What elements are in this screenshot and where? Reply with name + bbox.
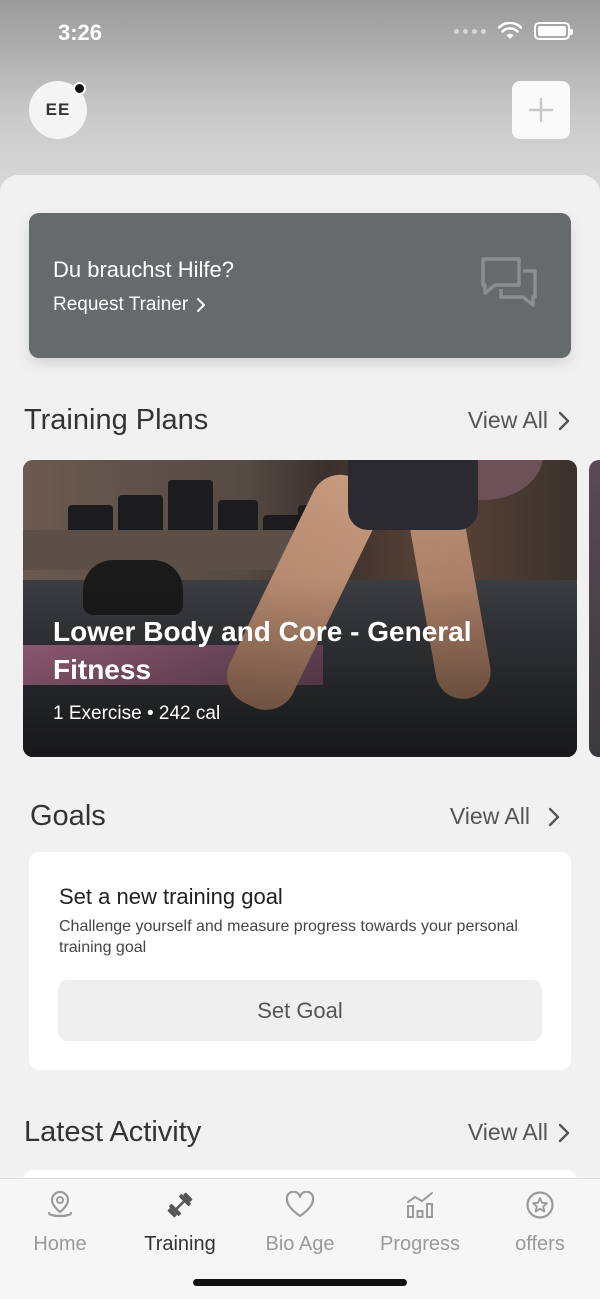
tab-progress[interactable]: Progress bbox=[360, 1179, 480, 1259]
set-goal-button[interactable]: Set Goal bbox=[58, 980, 542, 1041]
tab-label: Bio Age bbox=[265, 1233, 335, 1255]
tab-bio-age[interactable]: Bio Age bbox=[240, 1179, 360, 1259]
plan-meta: 1 Exercise • 242 cal bbox=[53, 703, 221, 724]
bar-chart-icon bbox=[407, 1192, 433, 1218]
goals-title: Goals bbox=[30, 800, 106, 832]
view-all-label: View All bbox=[467, 407, 548, 433]
next-plan-card-peek[interactable] bbox=[589, 460, 600, 757]
status-bar: 3:26 bbox=[0, 0, 600, 66]
help-card[interactable]: Du brauchst Hilfe? Request Trainer bbox=[29, 213, 571, 358]
latest-activity-view-all[interactable]: View All bbox=[468, 1119, 570, 1146]
goal-card: Set a new training goal Challenge yourse… bbox=[29, 852, 571, 1070]
signal-icon bbox=[454, 28, 486, 34]
latest-activity-header: Latest Activity View All bbox=[24, 1116, 570, 1149]
battery-icon bbox=[534, 22, 573, 40]
request-trainer-label: Request Trainer bbox=[53, 294, 189, 315]
star-badge-icon bbox=[526, 1191, 554, 1219]
wifi-icon bbox=[498, 22, 522, 39]
training-plans-title: Training Plans bbox=[24, 404, 209, 436]
goal-card-title: Set a new training goal bbox=[59, 884, 283, 909]
plus-icon bbox=[528, 97, 554, 123]
home-pin-icon bbox=[47, 1190, 73, 1218]
tab-offers[interactable]: offers bbox=[480, 1179, 600, 1259]
tab-label: Home bbox=[33, 1233, 87, 1255]
chevron-right-icon bbox=[558, 1123, 570, 1142]
view-all-label: View All bbox=[467, 1119, 548, 1145]
request-trainer-link[interactable]: Request Trainer bbox=[53, 294, 206, 316]
chevron-right-icon bbox=[548, 807, 560, 826]
tab-label: Training bbox=[144, 1233, 216, 1255]
view-all-label: View All bbox=[449, 803, 530, 829]
tab-training[interactable]: Training bbox=[120, 1179, 240, 1259]
heart-icon bbox=[285, 1191, 315, 1218]
training-plans-view-all[interactable]: View All bbox=[468, 407, 570, 434]
status-icons bbox=[454, 22, 573, 40]
tab-label: offers bbox=[515, 1233, 565, 1255]
plan-title: Lower Body and Core - General Fitness bbox=[53, 616, 472, 685]
latest-activity-title: Latest Activity bbox=[24, 1116, 202, 1148]
notification-dot bbox=[73, 82, 86, 95]
chat-bubbles-icon bbox=[481, 257, 537, 307]
training-plan-card[interactable]: Lower Body and Core - General Fitness 1 … bbox=[23, 460, 577, 757]
help-card-title: Du brauchst Hilfe? bbox=[53, 257, 234, 282]
chevron-right-icon bbox=[197, 298, 206, 312]
tab-home[interactable]: Home bbox=[0, 1179, 120, 1259]
tab-label: Progress bbox=[379, 1233, 461, 1255]
training-plans-header: Training Plans View All bbox=[24, 404, 570, 437]
status-time: 3:26 bbox=[58, 20, 103, 45]
goals-header: Goals View All bbox=[30, 800, 560, 833]
chevron-right-icon bbox=[558, 411, 570, 430]
add-button[interactable] bbox=[512, 81, 570, 139]
home-indicator[interactable] bbox=[193, 1279, 407, 1286]
dumbbell-icon bbox=[167, 1192, 193, 1218]
goals-view-all[interactable]: View All bbox=[450, 803, 560, 830]
goal-card-description: Challenge yourself and measure progress … bbox=[59, 918, 518, 956]
